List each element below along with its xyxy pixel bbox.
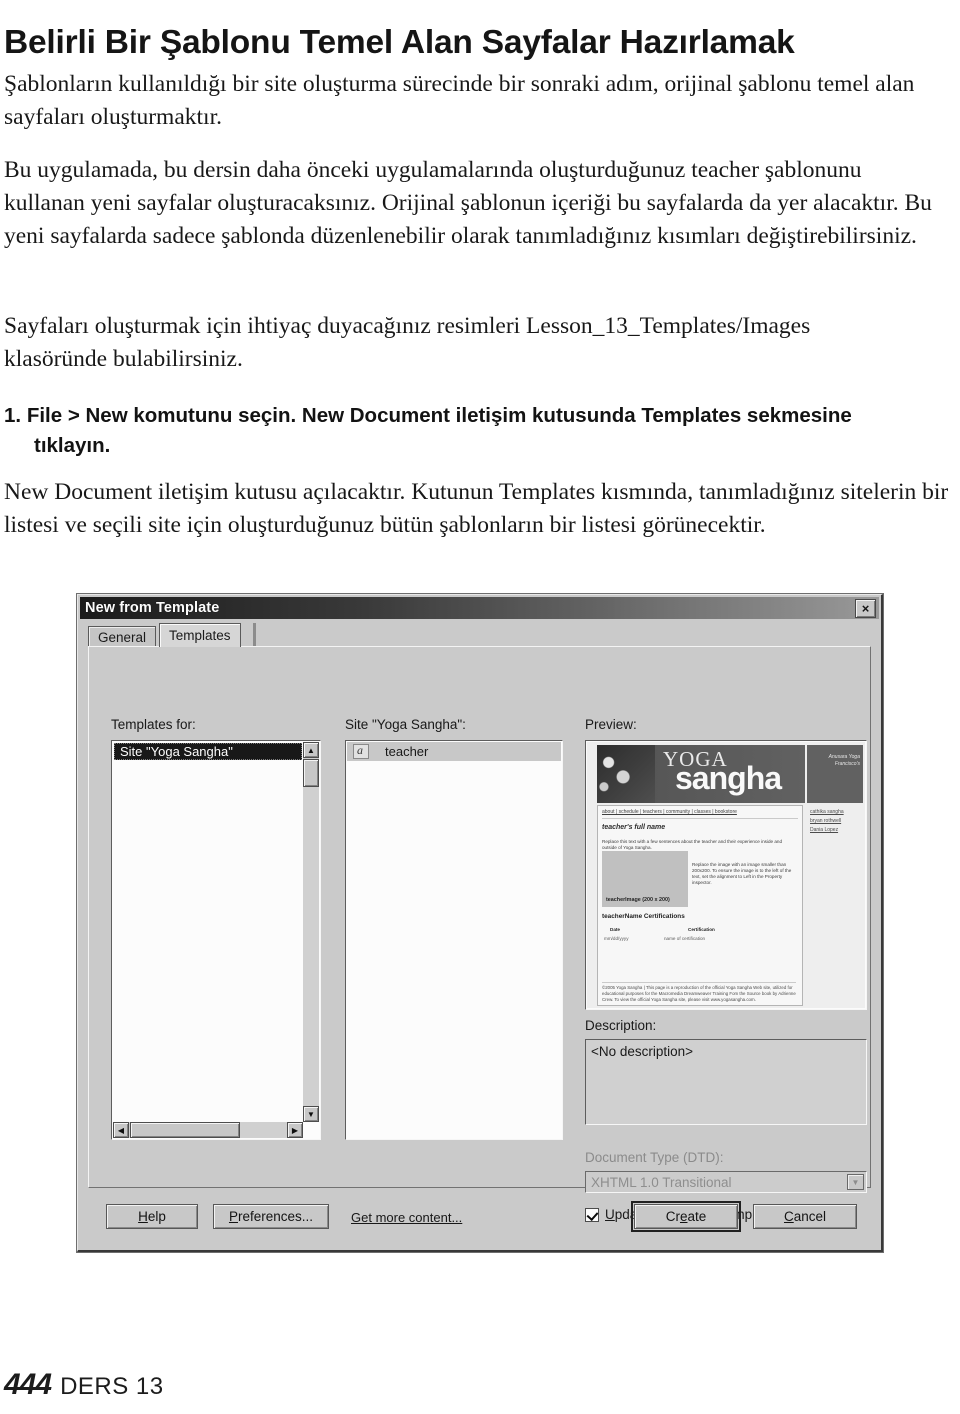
vertical-scroll-thumb[interactable] <box>303 759 319 787</box>
dialog-title: New from Template <box>85 600 220 616</box>
preview-tagline: Anusara Yoga Francisco's <box>828 754 860 767</box>
create-label-1: Cr <box>665 1209 680 1224</box>
preview-sidebar-banner: Anusara Yoga Francisco's <box>807 745 863 803</box>
preview-side-links: cathika sangha bryan rothwell Dania Lope… <box>807 808 863 835</box>
cancel-label: ancel <box>793 1209 827 1224</box>
cancel-accel: C <box>783 1209 794 1224</box>
template-file-icon <box>353 743 369 759</box>
scroll-down-icon[interactable]: ▼ <box>303 1106 319 1122</box>
preview-label: Preview: <box>585 717 637 732</box>
table-cell: mm/dd/yyyy <box>604 936 629 941</box>
site-list-label: Site "Yoga Sangha": <box>345 717 466 732</box>
help-accel: H <box>138 1209 148 1224</box>
scroll-left-icon[interactable]: ◀ <box>113 1122 129 1138</box>
preview-table-row: mm/dd/yyyy name of certification <box>604 936 794 941</box>
site-template-list[interactable]: teacher <box>345 740 563 1140</box>
create-accel: e <box>679 1209 688 1224</box>
footer-page-number: 444 <box>4 1368 52 1401</box>
dialog-titlebar: New from Template × <box>80 597 879 619</box>
body-paragraph-2: Sayfaları oluşturmak için ihtiyaç duyaca… <box>4 312 811 372</box>
help-button[interactable]: Help <box>106 1204 198 1229</box>
side-link: Dania Lopez <box>810 827 839 833</box>
preview-page-body: about | schedule | teachers | community … <box>597 805 803 1006</box>
body-paragraph-1: Bu uygulamada, bu dersin daha önceki uyg… <box>4 156 932 249</box>
preview-paragraph-2: Replace the image with an image smaller … <box>692 862 792 885</box>
preview-footer-text: ©2005 Yoga Sangha | This page is a repro… <box>602 982 796 1003</box>
description-label: Description: <box>585 1018 657 1033</box>
list-item[interactable]: teacher <box>347 742 561 761</box>
create-button[interactable]: Cr e ate <box>631 1201 741 1232</box>
cancel-button[interactable]: Cancel <box>753 1204 857 1229</box>
table-header-cell: Date <box>610 927 620 932</box>
page-title: Belirli Bir Şablonu Temel Alan Sayfalar … <box>4 24 795 62</box>
description-value: <No description> <box>591 1044 694 1059</box>
templates-for-label: Templates for: <box>111 717 196 732</box>
horizontal-scrollbar[interactable]: ◀ ▶ <box>113 1122 303 1138</box>
step-text: File > New komutunu seçin. New Document … <box>26 403 852 457</box>
body-paragraph-3: New Document iletişim kutusu açılacaktır… <box>4 478 949 538</box>
templates-tab-panel: Templates for: Site "Yoga Sangha": Previ… <box>88 646 871 1222</box>
side-link: bryan rothwell <box>810 818 842 824</box>
dialog-tabstrip: General Templates <box>88 623 868 647</box>
help-label: elp <box>147 1209 166 1224</box>
table-cell: name of certification <box>664 936 706 941</box>
close-icon[interactable]: × <box>855 599 876 618</box>
preview-table-heading: teacherName Certifications <box>602 913 685 920</box>
scroll-up-icon[interactable]: ▲ <box>303 742 319 758</box>
intro-paragraph: Şablonların kullanıldığı bir site oluştu… <box>4 70 915 130</box>
step-item-1: 1. File > New komutunu seçin. New Docume… <box>4 401 924 461</box>
horizontal-scroll-thumb[interactable] <box>130 1122 240 1138</box>
preview-heading: teacher's full name <box>602 824 666 831</box>
page-root: Belirli Bir Şablonu Temel Alan Sayfalar … <box>0 0 960 1414</box>
dialog-button-bar: Help Preferences... Get more content... … <box>88 1198 871 1238</box>
preview-banner: YOGA sangha <box>597 745 805 803</box>
chevron-down-icon[interactable]: ▼ <box>847 1174 864 1190</box>
footer-lesson-label: DERS 13 <box>60 1373 164 1400</box>
document-type-select[interactable]: XHTML 1.0 Transitional ▼ <box>585 1171 867 1193</box>
preview-paragraph-1: Replace this text with a few sentences a… <box>602 839 783 850</box>
template-preview: YOGA sangha Anusara Yoga Francisco's cat… <box>585 740 867 1010</box>
side-link: cathika sangha <box>810 809 844 815</box>
page-footer: 444 DERS 13 <box>4 1368 164 1402</box>
vertical-scrollbar[interactable]: ▲ ▼ <box>303 742 319 1122</box>
preferences-button[interactable]: Preferences... <box>213 1204 329 1229</box>
document-type-label: Document Type (DTD): <box>585 1150 724 1165</box>
preview-logo-line2: sangha <box>675 760 782 796</box>
dialog-frame: New from Template × General Templates Te… <box>77 594 883 1252</box>
create-label-2: ate <box>687 1209 707 1224</box>
tabstrip-divider <box>253 623 256 647</box>
preview-image-label: teacherImage (200 x 200) <box>606 897 670 903</box>
flower-image <box>597 745 655 803</box>
preview-table-header: Date Certification <box>610 927 794 932</box>
list-item-label: teacher <box>385 744 429 759</box>
list-item[interactable]: Site "Yoga Sangha" <box>114 743 302 760</box>
preview-image-placeholder: teacherImage (200 x 200) <box>602 851 688 907</box>
new-from-template-dialog: New from Template × General Templates Te… <box>76 593 884 1253</box>
preview-nav: about | schedule | teachers | community … <box>602 809 798 819</box>
table-header-cell: Certification <box>688 927 715 932</box>
preferences-accel: P <box>228 1209 238 1224</box>
description-box: <No description> <box>585 1039 867 1125</box>
scroll-right-icon[interactable]: ▶ <box>287 1122 303 1138</box>
templates-for-list[interactable]: Site "Yoga Sangha" ▲ ▼ ◀ ▶ <box>111 740 321 1140</box>
tab-general[interactable]: General <box>88 626 157 647</box>
preferences-label: references... <box>237 1209 314 1224</box>
document-type-value: XHTML 1.0 Transitional <box>591 1175 732 1190</box>
tab-templates[interactable]: Templates <box>159 623 241 647</box>
step-number: 1. <box>4 403 22 427</box>
get-more-content-link[interactable]: Get more content... <box>351 1210 462 1225</box>
preview-thumbnail: YOGA sangha Anusara Yoga Francisco's cat… <box>587 742 865 1008</box>
